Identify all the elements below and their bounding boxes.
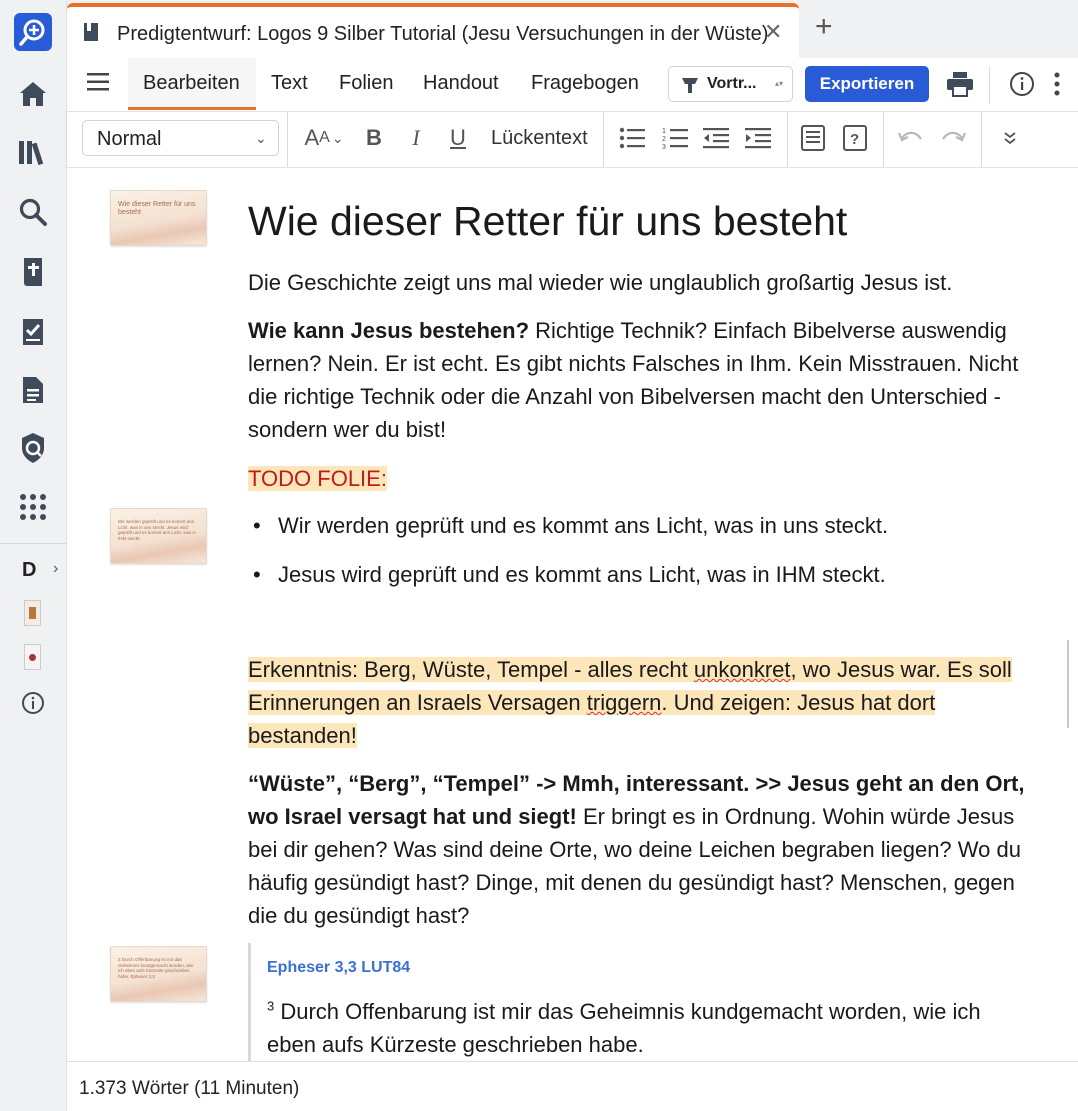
- style-value: Normal: [97, 128, 162, 150]
- mode-label: Vortr...: [707, 75, 757, 92]
- rail-divider: [0, 543, 67, 544]
- spelling-error[interactable]: unkonkret: [694, 657, 791, 682]
- indent-icon[interactable]: [744, 122, 772, 154]
- question-block-icon[interactable]: ?: [842, 122, 868, 154]
- home-icon[interactable]: [13, 74, 53, 114]
- bible-reference-link[interactable]: Epheser 3,3 LUT84: [267, 956, 1028, 980]
- close-icon[interactable]: ✕: [764, 19, 782, 45]
- highlighted-insight[interactable]: Erkenntnis: Berg, Wüste, Tempel - alles …: [248, 653, 1028, 752]
- bible-quote-text: 3 Durch Offenbarung ist mir das Geheimni…: [267, 998, 981, 1057]
- sermon-document-icon: [83, 22, 99, 42]
- bold-question: Wie kann Jesus bestehen?: [248, 318, 530, 343]
- document-editor[interactable]: Wie dieser Retter für uns besteht Wir we…: [67, 168, 1078, 1061]
- info-icon[interactable]: [1006, 68, 1038, 100]
- svg-text:?: ?: [850, 131, 859, 148]
- export-button[interactable]: Exportieren: [805, 66, 929, 102]
- redo-icon[interactable]: [939, 122, 967, 154]
- active-tab-indicator: [128, 107, 256, 110]
- todo-note[interactable]: TODO FOLIE:: [248, 462, 1028, 495]
- format-toolbar: Normal ⌄ A A ⌄ B I U Lückentext 123 ?: [67, 112, 1078, 168]
- underline-icon[interactable]: U: [447, 122, 469, 154]
- more-options-icon[interactable]: [1047, 68, 1067, 100]
- svg-text:3: 3: [662, 144, 666, 149]
- paragraph[interactable]: Die Geschichte zeigt uns mal wieder wie …: [248, 266, 1028, 299]
- hamburger-menu-icon[interactable]: [87, 73, 109, 91]
- paragraph[interactable]: Wie kann Jesus bestehen? Richtige Techni…: [248, 314, 1028, 446]
- bold-icon[interactable]: B: [363, 122, 385, 154]
- reading-plan-icon[interactable]: [13, 312, 53, 352]
- document-icon[interactable]: [13, 370, 53, 410]
- scrollbar[interactable]: [1067, 640, 1069, 728]
- font-size-icon[interactable]: A A ⌄: [301, 122, 347, 154]
- chevron-down-icon: ⌄: [255, 130, 267, 146]
- recent-resource-thumbnail[interactable]: [24, 600, 41, 626]
- paragraph-style-select[interactable]: Normal ⌄: [82, 120, 279, 156]
- dropdown-caret-icon: ▴▾: [775, 79, 784, 88]
- bullet-list[interactable]: Wir werden geprüft und es kommt ans Lich…: [248, 509, 1028, 607]
- bullet-list-icon[interactable]: [618, 122, 646, 154]
- spelling-error[interactable]: triggern: [587, 690, 662, 715]
- tab-handout[interactable]: Handout: [423, 72, 499, 95]
- list-item[interactable]: Wir werden geprüft und es kommt ans Lich…: [248, 509, 1028, 542]
- divider: [787, 112, 788, 167]
- search-icon[interactable]: [13, 192, 53, 232]
- tab-folien[interactable]: Folien: [339, 72, 393, 95]
- divider: [981, 112, 982, 167]
- logos-search-icon[interactable]: [13, 12, 53, 52]
- svg-text:2: 2: [662, 136, 666, 143]
- divider: [883, 112, 884, 167]
- tab-text[interactable]: Text: [271, 72, 308, 95]
- slide-thumbnail[interactable]: Wir werden geprüft und es kommt ans Lich…: [110, 508, 207, 564]
- paragraph[interactable]: “Wüste”, “Berg”, “Tempel” -> Mmh, intere…: [248, 767, 1028, 932]
- svg-text:1: 1: [662, 128, 666, 135]
- numbered-list-icon[interactable]: 123: [661, 122, 689, 154]
- bible-quote-block[interactable]: Epheser 3,3 LUT84 3 Durch Offenbarung is…: [248, 943, 1028, 1061]
- slide-thumbnail[interactable]: 3 Durch Offenbarung ist mir das Geheimni…: [110, 946, 207, 1002]
- recent-resource-thumbnail[interactable]: [24, 644, 41, 670]
- slide-thumbnail[interactable]: Wie dieser Retter für uns besteht: [110, 190, 207, 246]
- library-icon[interactable]: [13, 132, 53, 172]
- cloze-button[interactable]: Lückentext: [491, 127, 588, 150]
- menu-row: Bearbeiten Text Folien Handout Frageboge…: [67, 58, 1078, 112]
- info-icon[interactable]: [13, 683, 53, 723]
- bible-icon[interactable]: [13, 252, 53, 292]
- mode-dropdown[interactable]: Vortr... ▴▾: [668, 66, 793, 102]
- expand-toolbar-icon[interactable]: [1000, 122, 1020, 154]
- word-count: 1.373 Wörter (11 Minuten): [79, 1078, 300, 1099]
- tab-title: Predigtentwurf: Logos 9 Silber Tutorial …: [117, 23, 769, 45]
- apps-grid-icon[interactable]: [13, 487, 53, 527]
- text-block-icon[interactable]: [800, 122, 826, 154]
- lectern-icon: [682, 78, 698, 93]
- print-icon[interactable]: [944, 68, 976, 100]
- divider: [287, 112, 288, 167]
- outdent-icon[interactable]: [702, 122, 730, 154]
- divider: [603, 112, 604, 167]
- chevron-right-icon[interactable]: ›: [53, 560, 58, 578]
- divider: [989, 66, 990, 104]
- undo-icon[interactable]: [897, 122, 925, 154]
- document-tab[interactable]: Predigtentwurf: Logos 9 Silber Tutorial …: [67, 3, 799, 58]
- status-bar: 1.373 Wörter (11 Minuten): [67, 1061, 1078, 1111]
- add-tab-icon[interactable]: +: [815, 12, 833, 42]
- left-rail: D ›: [0, 0, 67, 1111]
- list-item[interactable]: Jesus wird geprüft und es kommt ans Lich…: [248, 558, 1028, 591]
- section-heading[interactable]: Wie dieser Retter für uns besteht: [248, 196, 1028, 246]
- tab-bearbeiten[interactable]: Bearbeiten: [143, 72, 240, 95]
- italic-icon[interactable]: I: [405, 122, 427, 154]
- tab-bar: Predigtentwurf: Logos 9 Silber Tutorial …: [67, 0, 1078, 58]
- tab-fragebogen[interactable]: Fragebogen: [531, 72, 639, 95]
- guides-icon[interactable]: [13, 428, 53, 468]
- collection-letter[interactable]: D: [22, 559, 36, 582]
